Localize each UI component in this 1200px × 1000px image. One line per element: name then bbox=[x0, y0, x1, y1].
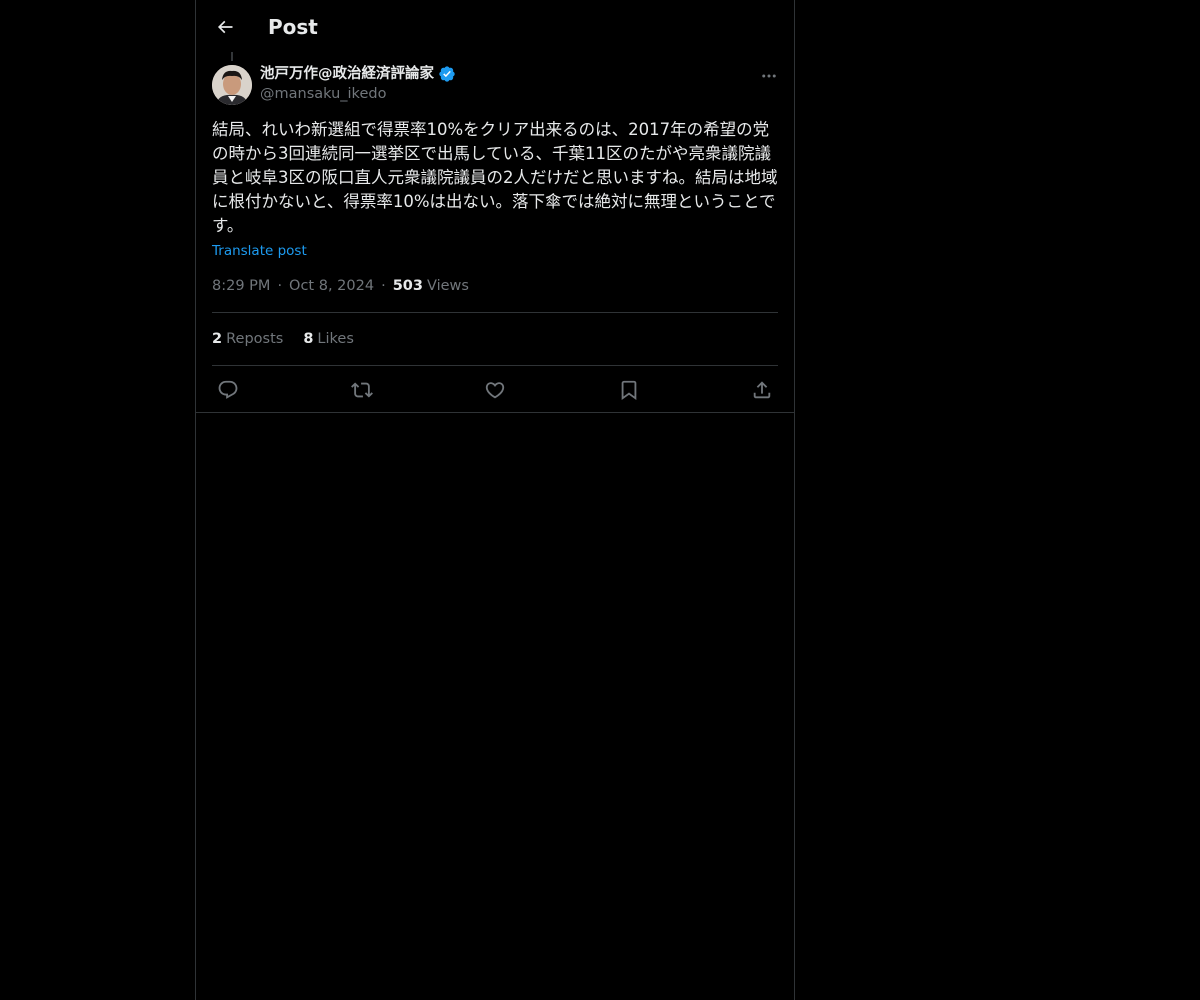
repost-icon bbox=[350, 382, 373, 398]
likes-label: Likes bbox=[317, 331, 354, 347]
post-column: Post 池戸万作@政治経済評論家 @mansaku_ikedo 結局、れいわ新… bbox=[195, 0, 795, 1000]
avatar-photo bbox=[212, 65, 252, 105]
post-date[interactable]: Oct 8, 2024 bbox=[289, 276, 374, 296]
meta-separator: · bbox=[277, 278, 283, 294]
likes-stat[interactable]: 8 Likes bbox=[303, 329, 354, 349]
author-display-name: 池戸万作@政治経済評論家 bbox=[260, 66, 434, 82]
likes-count: 8 bbox=[303, 331, 314, 347]
thread-line bbox=[231, 52, 233, 61]
views-count: 503 bbox=[392, 278, 423, 294]
bookmark-button[interactable] bbox=[613, 374, 645, 406]
like-icon bbox=[485, 382, 505, 399]
author-name-row[interactable]: 池戸万作@政治経済評論家 bbox=[260, 64, 456, 84]
reposts-count: 2 bbox=[212, 331, 223, 347]
avatar[interactable] bbox=[212, 65, 252, 105]
reposts-label: Reposts bbox=[226, 331, 284, 347]
divider bbox=[212, 312, 778, 313]
post-stats: 2 Reposts 8 Likes bbox=[212, 329, 354, 349]
author-handle[interactable]: @mansaku_ikedo bbox=[260, 84, 456, 104]
reply-button[interactable] bbox=[212, 374, 244, 406]
page-title: Post bbox=[268, 15, 318, 39]
author-block: 池戸万作@政治経済評論家 @mansaku_ikedo bbox=[260, 64, 456, 104]
like-button[interactable] bbox=[479, 374, 511, 406]
arrow-left-icon bbox=[217, 20, 233, 34]
post-text: 結局、れいわ新選組で得票率10%をクリア出来るのは、2017年の希望の党の時から… bbox=[212, 120, 778, 235]
divider bbox=[212, 365, 778, 366]
post-meta: 8:29 PM · Oct 8, 2024 · 503 Views bbox=[212, 276, 469, 296]
post-header: Post bbox=[196, 0, 794, 54]
reply-icon bbox=[218, 380, 238, 399]
reposts-stat[interactable]: 2 Reposts bbox=[212, 329, 283, 349]
repost-button[interactable] bbox=[346, 374, 378, 406]
views-label: Views bbox=[426, 278, 469, 294]
action-bar bbox=[212, 374, 778, 406]
post-time[interactable]: 8:29 PM bbox=[212, 276, 270, 296]
meta-separator: · bbox=[381, 278, 386, 294]
bookmark-icon bbox=[621, 380, 636, 401]
more-horizontal-icon bbox=[762, 74, 776, 78]
more-options-button[interactable] bbox=[754, 64, 784, 88]
translate-post-link[interactable]: Translate post bbox=[212, 241, 307, 261]
back-button[interactable] bbox=[210, 12, 240, 42]
share-icon bbox=[753, 381, 771, 399]
share-button[interactable] bbox=[746, 374, 778, 406]
post-bottom-border bbox=[196, 412, 794, 413]
verified-badge-icon bbox=[439, 66, 455, 82]
